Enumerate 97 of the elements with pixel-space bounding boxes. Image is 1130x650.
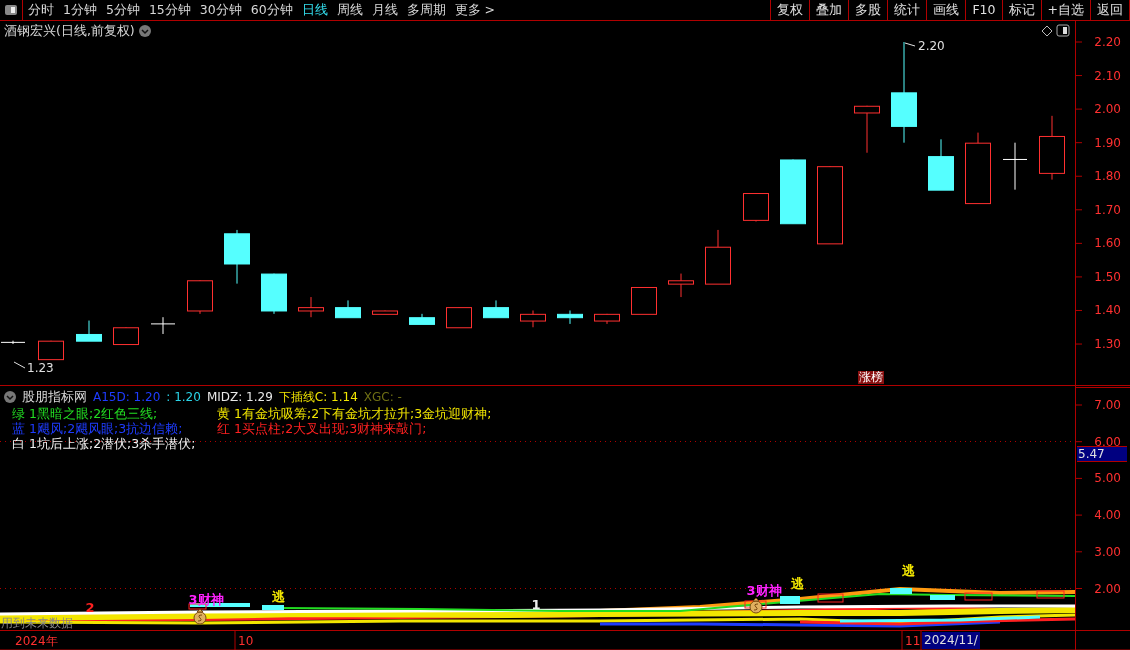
dropdown-icon[interactable] [4,391,16,404]
axis-label: 5.00 [1094,471,1121,486]
axis-label: 1.40 [1094,303,1121,318]
candle [372,310,398,315]
candle [298,296,324,318]
candle [1002,142,1028,191]
candle [1039,115,1065,181]
indicator-value: XGC: - [363,389,402,407]
candle [557,310,583,325]
period-tab[interactable]: 日线 [301,3,328,17]
toolbar-button[interactable]: +自选 [1040,0,1090,20]
candle [631,286,657,315]
toolbar-button[interactable]: 复权 [770,0,810,20]
candle [668,273,694,298]
date-label: 10 [238,634,254,648]
toolbar-button[interactable]: 返回 [1090,0,1130,20]
legend-text: 绿 1黑暗之眼;2红色三线; [12,407,159,421]
period-tab[interactable]: 30分钟 [199,3,242,17]
date-label: 2024年 [15,634,58,648]
period-tab[interactable]: 更多 > [454,3,496,17]
axis-label: 1.60 [1094,236,1121,251]
high-price-label: 2.20 [918,39,945,53]
toolbar-button[interactable]: 统计 [887,0,927,20]
legend-text: 黄 1有金坑吸筹;2下有金坑才拉升;3金坑迎财神; [217,407,492,421]
axis-label: 2.00 [1094,102,1121,117]
current-value-tag: 5.47 [1077,446,1127,462]
candle [187,279,213,315]
axis-label: 1.30 [1094,337,1121,352]
axis-label: 4.00 [1094,508,1121,523]
legend-text: 蓝 1飓风;2飓风眼;3抗边信赖; [12,422,184,436]
indicator-value: : 1.20 [166,389,201,407]
period-tab[interactable]: 分时 [28,3,54,17]
candle [854,105,880,154]
axis-label: 2.10 [1094,68,1121,83]
candle [520,310,546,328]
candle [409,313,435,325]
axis-label: 6.00 [1094,434,1121,449]
candle [705,229,731,285]
signal-label: 逃 [790,576,804,591]
toolbar-button[interactable]: 画线 [926,0,966,20]
axis-label: 1.80 [1094,169,1121,184]
period-tab[interactable]: 5分钟 [105,3,140,17]
indicator-value: MIDZ: 1.29 [206,389,273,407]
leader-line [904,42,916,47]
date-label: 2024/11/ [922,632,980,649]
axis-label: 1.50 [1094,269,1121,284]
ranking-tag: 涨榜 [858,371,884,384]
signal-label: 逃 [901,563,915,578]
period-tab[interactable]: 60分钟 [250,3,293,17]
signal-label: 2 [85,600,95,615]
axis-label: 1.90 [1094,135,1121,150]
candle [928,138,954,191]
diamond-icon[interactable] [1041,25,1053,37]
leader-line [13,361,26,369]
axis-label: 3.00 [1094,544,1121,559]
period-tab[interactable]: 多周期 [406,3,446,17]
chart-title: 酒钢宏兴(日线,前复权) [4,22,135,40]
axis-label: 7.00 [1094,398,1121,412]
candle [446,306,472,329]
period-tab[interactable]: 周线 [336,3,363,17]
signal-label: 逃 [271,589,285,604]
toolbar-button[interactable]: 标记 [1001,0,1041,20]
money-bag-icon [193,608,207,625]
axis-label: 2.20 [1094,35,1121,49]
indicator-value: A15D: 1.20 [93,389,161,407]
candle [150,316,176,335]
candle [76,320,102,342]
candle [224,229,250,285]
indicator-value: 下插线C: 1.14 [278,389,358,407]
candle [113,326,139,346]
toolbar-button[interactable]: F10 [965,0,1002,20]
candle [743,192,769,223]
toolbar-button[interactable]: 叠加 [809,0,849,20]
low-price-label: 1.23 [27,361,54,375]
candle [38,340,64,361]
panel-toggle-icon[interactable] [1056,24,1070,37]
indicator-title: 股朋指标网 [22,388,87,406]
period-tab[interactable]: 1分钟 [63,3,97,17]
legend-text: 红 1买点柱;2大叉出现;3财神来敲门; [217,422,428,436]
toolbar-button[interactable]: 多股 [848,0,888,20]
candle [261,273,287,315]
panel-toggle-icon[interactable] [4,4,18,16]
date-label: 11 [905,634,921,648]
signal-label: 1 [531,597,541,612]
period-tab[interactable]: 月线 [371,3,398,17]
legend-text: 白 1坑后上涨;2潜伏;3杀手潜伏; [12,437,197,451]
money-bag-icon [749,597,763,614]
signal-label: 3财神 [746,583,782,598]
candle [0,340,26,345]
dropdown-icon[interactable] [138,25,151,38]
candle [335,299,361,319]
candle [780,158,806,225]
axis-label: 2.00 [1094,581,1121,596]
candle [594,313,620,325]
candle [483,299,509,319]
axis-label: 1.70 [1094,202,1121,217]
period-tab[interactable]: 15分钟 [148,3,191,17]
